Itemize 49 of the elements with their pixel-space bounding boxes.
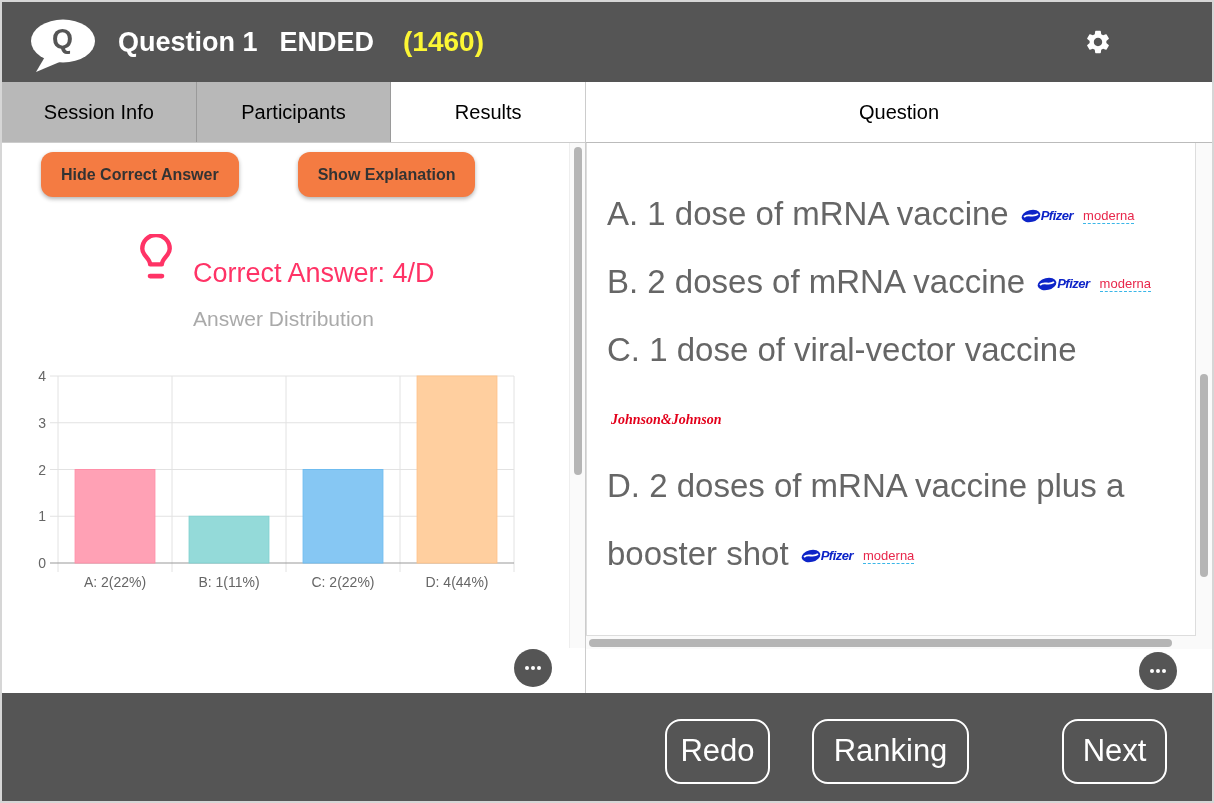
speech-bubble-icon <box>30 19 96 73</box>
tab[interactable]: Session Info <box>2 82 197 142</box>
footer-button[interactable]: Redo <box>665 719 770 784</box>
logo-text: moderna <box>1099 276 1151 292</box>
swirl-icon <box>800 549 821 564</box>
more-icon <box>525 666 541 670</box>
axis-label: 3 <box>38 414 46 431</box>
more-button[interactable] <box>1139 652 1177 690</box>
swirl-icon <box>1037 277 1058 292</box>
logo-letter: Q <box>52 24 73 54</box>
axis-label: 4 <box>38 368 46 384</box>
answer-option-text: booster shot <box>607 535 789 572</box>
logo-text: Pfizer <box>1057 276 1090 293</box>
scrollbar-thumb[interactable] <box>589 638 1172 647</box>
logo-text: moderna <box>863 548 915 564</box>
scrollbar-thumb[interactable] <box>573 147 582 475</box>
answer-option-text: C. 1 dose of viral-vector vaccine <box>607 331 1077 368</box>
logo-text: Pfizer <box>820 548 854 565</box>
scrollbar-thumb[interactable] <box>1200 374 1208 577</box>
chart-title: Answer Distribution <box>193 306 374 332</box>
axis-label: 1 <box>38 508 46 525</box>
axis-label: A: 2(22%) <box>83 574 147 590</box>
action-button[interactable]: Show Explanation <box>297 152 476 197</box>
axis-label: B: 1(11%) <box>198 574 260 590</box>
session-code: (1460) <box>403 25 484 59</box>
swirl-icon <box>1020 209 1041 224</box>
tab[interactable]: Participants <box>196 82 392 142</box>
settings-icon <box>1084 28 1112 56</box>
action-button[interactable]: Hide Correct Answer <box>41 152 239 197</box>
answer-option-text: B. 2 doses of mRNA vaccine <box>607 263 1026 300</box>
lightbulb-icon <box>138 234 174 281</box>
logo-text: Pfizer <box>1040 208 1074 225</box>
axis-label: 0 <box>38 555 46 571</box>
correct-answer-text: Correct Answer: 4/D <box>193 258 435 288</box>
footer-button[interactable]: Ranking <box>812 719 969 784</box>
logo-text: Johnson&Johnson <box>611 411 722 430</box>
axis-label: D: 4(44%) <box>425 574 489 590</box>
more-button[interactable] <box>514 649 552 687</box>
axis-label: 2 <box>38 461 46 478</box>
answer-option-text: D. 2 doses of mRNA vaccine plus a <box>607 467 1125 504</box>
footer-button[interactable]: Next <box>1062 719 1167 784</box>
panel-header: Question <box>586 82 1212 143</box>
more-icon <box>1150 669 1166 673</box>
axis-label: C: 2(22%) <box>311 574 375 590</box>
question-title: Question 1 <box>118 25 258 59</box>
logo-text: moderna <box>1083 208 1135 224</box>
status-text: ENDED <box>279 25 375 59</box>
settings-button[interactable] <box>1084 28 1112 56</box>
answer-option-text: A. 1 dose of mRNA vaccine <box>607 195 1009 232</box>
